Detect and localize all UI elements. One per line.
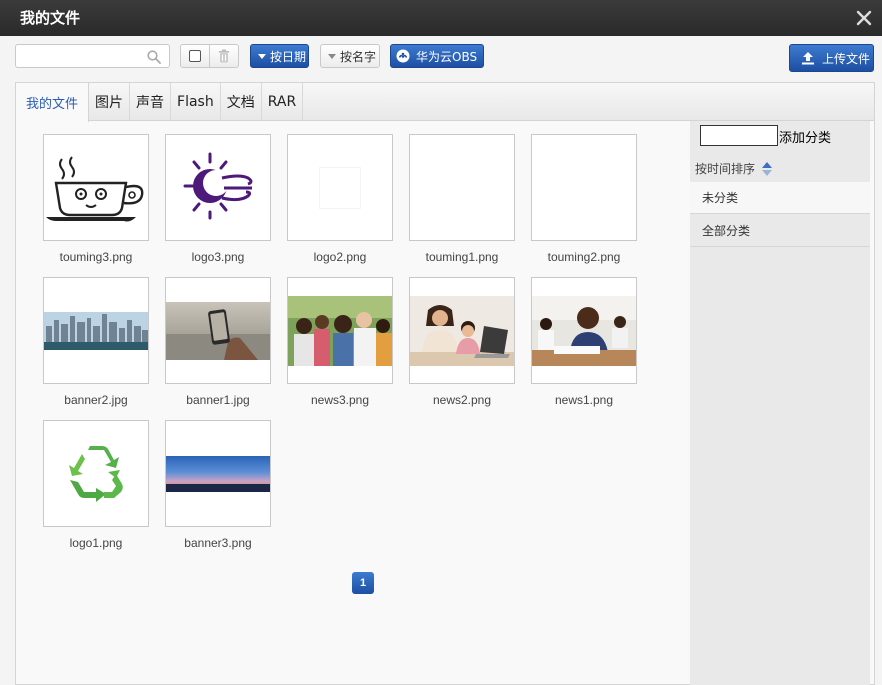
category-all[interactable]: 全部分类 [690,215,870,247]
search-box [15,44,170,68]
file-thumbnail [409,134,515,241]
upload-file-button[interactable]: 上传文件 [789,44,874,72]
file-item[interactable]: logo1.png [43,420,149,550]
mother-daughter-laptop-image [410,295,514,366]
file-name: touming3.png [59,250,133,264]
file-thumbnail [165,277,271,384]
file-thumbnail [409,277,515,384]
phone-photo-beach-image [166,301,270,360]
huawei-obs-button[interactable]: 华为云OBS [390,44,484,68]
dialog-title: 我的文件 [20,9,81,27]
tab-audio[interactable]: 声音 [130,83,172,121]
file-name: news2.png [432,393,492,407]
category-uncategorized[interactable]: 未分类 [690,182,870,214]
file-name: banner3.png [184,536,252,550]
upload-file-label: 上传文件 [822,51,871,66]
sort-by-time-label: 按时间排序 [695,162,756,176]
checkbox-box [189,50,202,62]
title-bar: 我的文件 [0,0,882,36]
file-name: touming1.png [425,250,499,264]
chevron-down-icon [328,53,336,59]
tab-flash[interactable]: Flash [171,83,221,121]
file-panel: 我的文件 图片 声音 Flash 文档 RAR touming3.png log… [15,82,875,685]
sunset-sky-banner-image [166,455,270,492]
close-icon[interactable] [854,8,874,28]
sort-by-date-label: 按日期 [270,49,307,64]
trash-icon[interactable] [209,45,238,67]
file-item[interactable]: logo3.png [165,134,271,264]
file-name: banner2.jpg [64,393,128,407]
file-name: logo1.png [69,536,123,550]
file-name: logo2.png [313,250,367,264]
file-item[interactable]: touming1.png [409,134,515,264]
classroom-boy-writing-image [532,295,636,366]
tab-bar: 我的文件 图片 声音 Flash 文档 RAR [16,83,874,122]
toolbar: 按日期 按名字 华为云OBS 上传文件 [0,36,882,80]
file-thumbnail [531,134,637,241]
upload-icon [800,51,816,65]
sort-by-time-button[interactable]: 按时间排序 [695,160,773,177]
sort-by-name-label: 按名字 [340,49,377,64]
cloud-logo-icon [396,49,410,63]
select-delete-group [180,44,239,68]
file-item[interactable]: logo2.png [287,134,393,264]
city-skyline-banner-image [44,311,148,350]
file-item[interactable]: news2.png [409,277,515,407]
file-dialog: 我的文件 按日期 按名字 华为云OBS 上传文件 我的文件 图片 声音 Flas… [0,0,882,685]
file-thumbnail [43,134,149,241]
file-item[interactable]: banner3.png [165,420,271,550]
file-thumbnail [165,134,271,241]
page-button-current[interactable]: 1 [352,572,374,594]
file-thumbnail [287,277,393,384]
file-thumbnail [165,420,271,527]
search-icon[interactable] [147,49,161,64]
chevron-down-icon [258,53,266,59]
tab-images[interactable]: 图片 [89,83,131,121]
recycle-logo-image [69,445,123,502]
file-name: touming2.png [547,250,621,264]
file-name: news3.png [310,393,370,407]
file-thumbnail [531,277,637,384]
file-thumbnail [43,420,149,527]
tab-my-files[interactable]: 我的文件 [16,83,90,122]
file-name: banner1.jpg [186,393,250,407]
file-item[interactable]: touming3.png [43,134,149,264]
purple-sun-moon-logo-image [180,151,256,224]
sort-by-date-button[interactable]: 按日期 [250,44,309,68]
file-name: news1.png [554,393,614,407]
children-group-photo-image [288,295,392,366]
add-category-button[interactable]: 添加分类 [779,127,831,146]
file-item[interactable]: banner1.jpg [165,277,271,407]
blank-small-image [320,167,360,208]
huawei-obs-label: 华为云OBS [416,49,478,64]
file-thumbnail [43,277,149,384]
file-name: logo3.png [191,250,245,264]
sort-arrows-icon [762,161,773,176]
cup-drawing-image [44,152,148,223]
file-item[interactable]: touming2.png [531,134,637,264]
file-item[interactable]: banner2.jpg [43,277,149,407]
file-thumbnail [287,134,393,241]
sort-by-name-button[interactable]: 按名字 [320,44,380,68]
tab-documents[interactable]: 文档 [221,83,262,121]
tab-rar[interactable]: RAR [262,83,304,121]
category-sidebar: 添加分类 按时间排序 未分类 全部分类 [690,121,870,685]
select-all-checkbox[interactable] [181,45,209,67]
file-item[interactable]: news1.png [531,277,637,407]
search-input[interactable] [16,45,141,67]
file-item[interactable]: news3.png [287,277,393,407]
new-category-input[interactable] [700,125,778,146]
